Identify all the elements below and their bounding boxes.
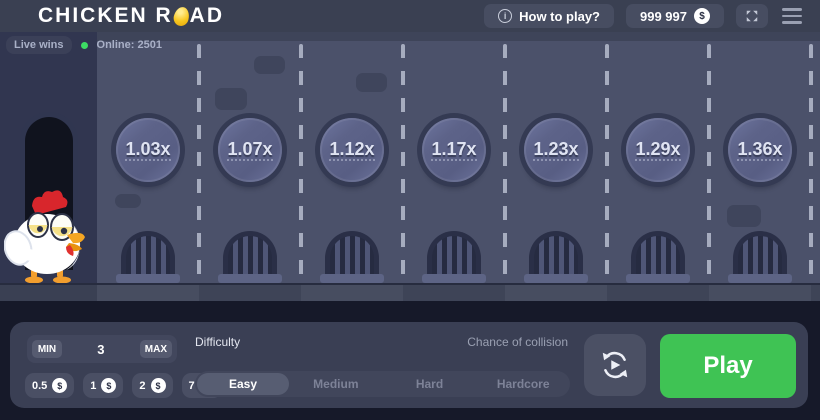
difficulty-option-hardcore[interactable]: Hardcore [476,377,570,391]
difficulty-option-easy[interactable]: Easy [197,373,289,395]
sewer-grate-icon [626,231,690,283]
multiplier-value: 1.29x [635,138,681,161]
balance-amount: 999 997 [640,8,687,24]
multiplier-tile-4[interactable]: 1.17x [422,118,486,182]
lane-5: 1.23x [505,41,609,283]
chip-0.5-button[interactable]: 0.5 $ [25,373,75,398]
difficulty-option-hard[interactable]: Hard [383,377,477,391]
bet-stepper: MIN 3 MAX [27,335,177,363]
multiplier-tile-5[interactable]: 1.23x [524,118,588,182]
chicken-road-app: CHICKEN R AD i How to play? 999 997 $ 1.… [0,0,820,420]
chip-amount: 7 [188,379,195,392]
lane-7: 1.36x [709,41,813,283]
multiplier-value: 1.03x [125,138,171,161]
multiplier-value: 1.36x [737,138,783,161]
chip-2-button[interactable]: 2 $ [132,373,173,398]
logo-text-left: CHICKEN R [38,4,173,27]
sewer-grate-icon [728,231,792,283]
lane-1: 1.03x [97,41,201,283]
top-curb [97,32,820,41]
logo-text-right: AD [189,4,225,27]
multiplier-value: 1.23x [533,138,579,161]
chicken-character [4,190,85,284]
circular-arrows-play-icon [602,351,628,379]
bet-min-button[interactable]: MIN [32,340,62,358]
difficulty-option-medium[interactable]: Medium [289,377,383,391]
info-icon: i [498,9,513,23]
live-wins-toggle[interactable]: Live wins [6,36,72,54]
multiplier-tile-7[interactable]: 1.36x [728,118,792,182]
play-button-label: Play [703,352,753,379]
bottom-curb [0,283,820,301]
egg-icon [171,4,191,28]
online-count: Online: 2501 [96,39,162,51]
multiplier-tile-1[interactable]: 1.03x [116,118,180,182]
sewer-grate-icon [116,231,180,283]
dollar-coin-icon: $ [694,8,710,24]
sewer-grate-icon [218,231,282,283]
difficulty-label: Difficulty [195,335,241,349]
dollar-coin-icon: $ [101,378,117,393]
bet-value[interactable]: 3 [97,342,104,357]
topbar-actions: i How to play? 999 997 $ [484,4,810,28]
play-button[interactable]: Play [660,334,796,398]
chip-amount: 2 [139,379,146,392]
multiplier-value: 1.17x [431,138,477,161]
multiplier-tile-3[interactable]: 1.12x [320,118,384,182]
lane-6: 1.29x [607,41,711,283]
lane-3: 1.12x [301,41,405,283]
chance-of-collision-label: Chance of collision [467,335,568,349]
lane-2: 1.07x [199,41,303,283]
bet-max-button[interactable]: MAX [139,340,172,358]
lane-partial [811,41,820,283]
multiplier-value: 1.12x [329,138,375,161]
sewer-grate-icon [422,231,486,283]
fullscreen-button[interactable] [736,4,768,28]
sewer-grate-icon [524,231,588,283]
multiplier-tile-2[interactable]: 1.07x [218,118,282,182]
multiplier-value: 1.07x [227,138,273,161]
lane-4: 1.17x [403,41,507,283]
control-panel: MIN 3 MAX 0.5 $ 1 $ 2 $ 7 $ Difficulty C… [10,322,808,408]
top-bar: CHICKEN R AD i How to play? 999 997 $ [0,0,820,32]
game-field: 1.03x 1.07x 1.12x 1.17x 1.23x 1.29x 1.36… [0,32,820,301]
status-bar: Live wins Online: 2501 [6,36,162,54]
sewer-grate-icon [320,231,384,283]
fullscreen-expand-icon [746,10,758,22]
road-lanes: 1.03x 1.07x 1.12x 1.17x 1.23x 1.29x 1.36… [97,41,820,283]
app-logo: CHICKEN R AD [38,4,224,28]
chip-1-button[interactable]: 1 $ [83,373,124,398]
multiplier-tile-6[interactable]: 1.29x [626,118,690,182]
autoplay-button[interactable] [584,334,646,396]
chip-amount: 0.5 [32,379,48,392]
how-to-play-label: How to play? [519,8,600,24]
online-dot-icon [80,41,88,49]
quick-bet-chips: 0.5 $ 1 $ 2 $ 7 $ [25,373,222,398]
chip-amount: 1 [90,379,97,392]
dollar-coin-icon: $ [52,378,68,393]
difficulty-selector: Easy Medium Hard Hardcore [195,371,570,397]
hamburger-menu-icon[interactable] [780,4,804,28]
dollar-coin-icon: $ [150,378,166,393]
how-to-play-button[interactable]: i How to play? [484,4,614,28]
balance-button[interactable]: 999 997 $ [626,4,724,28]
